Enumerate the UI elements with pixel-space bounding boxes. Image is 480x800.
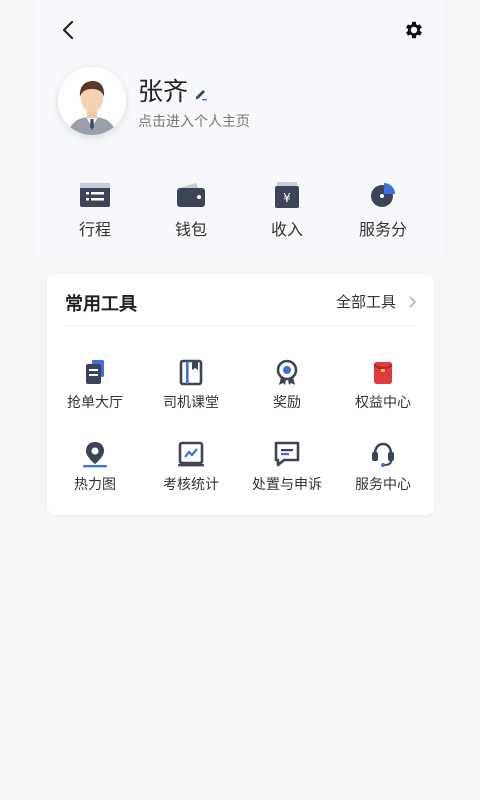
profile-panel: 张齐 点击进入个人主页 行程 钱包 ¥ 收入 服务分 (36, 0, 443, 262)
tools-title: 常用工具 (65, 294, 137, 315)
tool-order-hall[interactable]: 抢单大厅 (47, 358, 143, 412)
wallet-icon (177, 183, 205, 207)
book-icon (179, 359, 203, 386)
itinerary-icon (80, 183, 110, 207)
quick-service-score[interactable]: 服务分 (338, 180, 428, 240)
message-icon (274, 441, 300, 467)
tool-heatmap[interactable]: 热力图 (47, 440, 143, 494)
avatar[interactable] (58, 67, 126, 135)
quick-itinerary[interactable]: 行程 (50, 180, 140, 240)
tool-reward[interactable]: 奖励 (239, 358, 335, 412)
user-name[interactable]: 张齐 (138, 72, 188, 108)
tool-order-hall-label: 抢单大厅 (67, 395, 123, 411)
tool-reward-label: 奖励 (273, 395, 301, 411)
svg-text:¥: ¥ (283, 191, 291, 205)
tool-disposal-appeal[interactable]: 处置与申诉 (239, 440, 335, 494)
all-tools-label: 全部工具 (335, 293, 396, 311)
tool-heatmap-label: 热力图 (74, 477, 116, 493)
quick-income-label: 收入 (270, 220, 303, 239)
red-envelope-icon (374, 362, 392, 384)
tool-assessment-stats-label: 考核统计 (163, 477, 219, 493)
tool-benefits-center[interactable]: 权益中心 (335, 358, 431, 412)
quick-service-score-label: 服务分 (358, 220, 407, 239)
common-tools-card: 常用工具 全部工具 抢单大厅 司机课堂 奖励 权益中心 热力图 考核统计 处置与… (47, 274, 434, 515)
tool-benefits-center-label: 权益中心 (355, 395, 411, 411)
trend-chart-icon (178, 441, 204, 467)
location-pin-icon (83, 442, 107, 468)
quick-income[interactable]: ¥ 收入 (242, 180, 332, 240)
order-hall-icon (86, 360, 104, 384)
driver-avatar-icon (58, 67, 126, 135)
back-button[interactable] (56, 16, 80, 44)
tool-service-center[interactable]: 服务中心 (335, 440, 431, 494)
headset-icon (372, 442, 394, 467)
tool-service-center-label: 服务中心 (355, 477, 411, 493)
tool-disposal-appeal-label: 处置与申诉 (252, 477, 322, 493)
gear-icon (406, 21, 422, 39)
tool-driver-class-label: 司机课堂 (163, 395, 219, 411)
profile-subtitle[interactable]: 点击进入个人主页 (138, 111, 250, 131)
quick-itinerary-label: 行程 (78, 220, 111, 239)
chevron-right-icon (409, 295, 416, 308)
divider (65, 325, 416, 326)
quick-wallet[interactable]: 钱包 (146, 180, 236, 240)
tool-driver-class[interactable]: 司机课堂 (143, 358, 239, 412)
quick-wallet-label: 钱包 (174, 220, 207, 239)
settings-button[interactable] (400, 16, 428, 44)
medal-icon (276, 359, 298, 385)
pie-chart-icon (371, 183, 395, 207)
income-icon: ¥ (275, 182, 299, 208)
chevron-left-icon (62, 20, 74, 40)
all-tools-link[interactable]: 全部工具 (336, 291, 416, 312)
edit-icon[interactable] (194, 86, 208, 101)
tool-assessment-stats[interactable]: 考核统计 (143, 440, 239, 494)
